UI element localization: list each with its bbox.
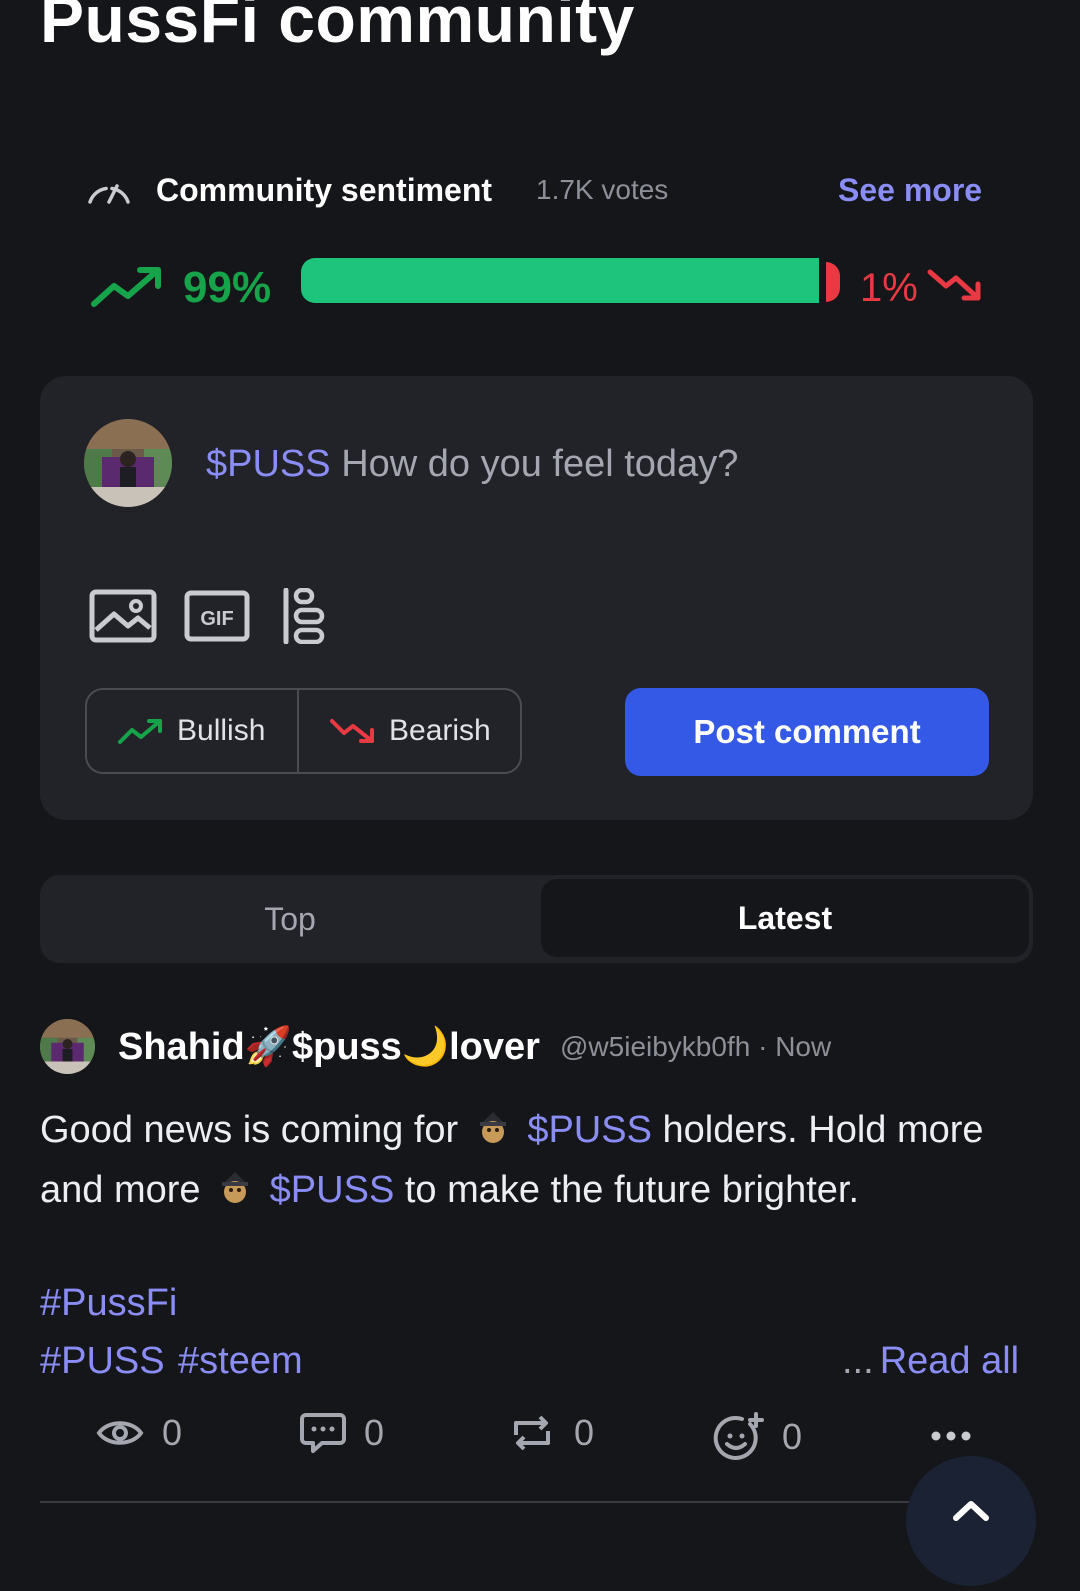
tab-top[interactable]: Top (40, 875, 540, 963)
bullish-percent: 99% (183, 263, 272, 312)
sentiment-title: Community sentiment (156, 172, 493, 208)
author-handle: @w5ieibykb0fh (560, 1031, 751, 1062)
trend-down-icon (927, 269, 981, 301)
read-all-label: Read all (879, 1340, 1020, 1382)
image-icon[interactable] (88, 588, 158, 644)
reactions-count: 0 (782, 1416, 803, 1457)
read-all-link[interactable]: ... Read all (842, 1338, 1019, 1384)
hashtag[interactable]: #steem (178, 1338, 303, 1384)
bullish-bar (301, 258, 819, 303)
hashtag[interactable]: #PussFi (40, 1280, 177, 1326)
comment-input[interactable]: $PUSS How do you feel today? (206, 440, 986, 488)
post-text: Good news is coming for (40, 1109, 459, 1151)
more-options-icon[interactable] (928, 1426, 974, 1446)
author-avatar[interactable] (40, 1019, 95, 1074)
ticker-tag: $PUSS (206, 443, 331, 485)
post-time: Now (775, 1031, 832, 1062)
sentiment-toggle: Bullish Bearish (85, 688, 522, 774)
poll-icon[interactable] (280, 588, 328, 644)
bearish-percent: 1% (860, 266, 918, 310)
post-comment-button[interactable]: Post comment (625, 688, 989, 776)
trend-up-icon (91, 267, 161, 307)
author-name[interactable]: Shahid🚀$puss🌙lover (118, 1024, 540, 1070)
reposts-count: 0 (574, 1412, 595, 1453)
gauge-icon (88, 184, 130, 204)
ellipsis: ... (842, 1340, 874, 1382)
chevron-up-icon (953, 1501, 989, 1521)
trend-down-icon (330, 719, 374, 743)
eye-icon (96, 1421, 144, 1445)
comments-count: 0 (364, 1412, 385, 1453)
reactions-stat[interactable]: 0 (712, 1412, 802, 1462)
post-body: Good news is coming for $PUSS holders. H… (40, 1100, 1050, 1220)
meta-separator: · (758, 1031, 768, 1062)
user-avatar[interactable] (84, 419, 172, 507)
ticker-link[interactable]: $PUSS (527, 1109, 652, 1151)
comments-stat[interactable]: 0 (300, 1412, 384, 1454)
post-text: to make the future brighter. (404, 1169, 860, 1211)
feed-tabs: Top Latest (40, 875, 1033, 963)
scroll-to-top-button[interactable] (906, 1456, 1036, 1586)
author-meta: @w5ieibykb0fh · Now (560, 1030, 831, 1064)
reposts-stat[interactable]: 0 (508, 1412, 594, 1454)
tab-latest[interactable]: Latest (541, 879, 1029, 957)
ticker-link[interactable]: $PUSS (270, 1169, 395, 1211)
gif-icon[interactable]: GIF (184, 588, 250, 644)
trend-up-icon (118, 719, 162, 744)
hashtag[interactable]: #PUSS (40, 1338, 165, 1384)
vote-count: 1.7K votes (536, 174, 669, 205)
repost-icon (514, 1415, 550, 1451)
bearish-button[interactable]: Bearish (299, 690, 520, 772)
bearish-bar (826, 262, 840, 302)
page-title: PussFi community (40, 0, 635, 56)
views-count: 0 (162, 1412, 183, 1453)
see-more-link[interactable]: See more (838, 170, 982, 210)
svg-text:GIF: GIF (200, 608, 233, 630)
bullish-label: Bullish (177, 714, 266, 747)
cat-token-icon (479, 1112, 506, 1143)
bullish-button[interactable]: Bullish (87, 690, 299, 772)
bearish-label: Bearish (389, 714, 491, 747)
add-reaction-icon (713, 1412, 764, 1460)
input-placeholder: How do you feel today? (341, 443, 739, 485)
comment-icon (300, 1413, 346, 1453)
cat-token-icon (222, 1172, 249, 1203)
post-divider (40, 1501, 910, 1503)
views-stat[interactable]: 0 (96, 1412, 182, 1454)
